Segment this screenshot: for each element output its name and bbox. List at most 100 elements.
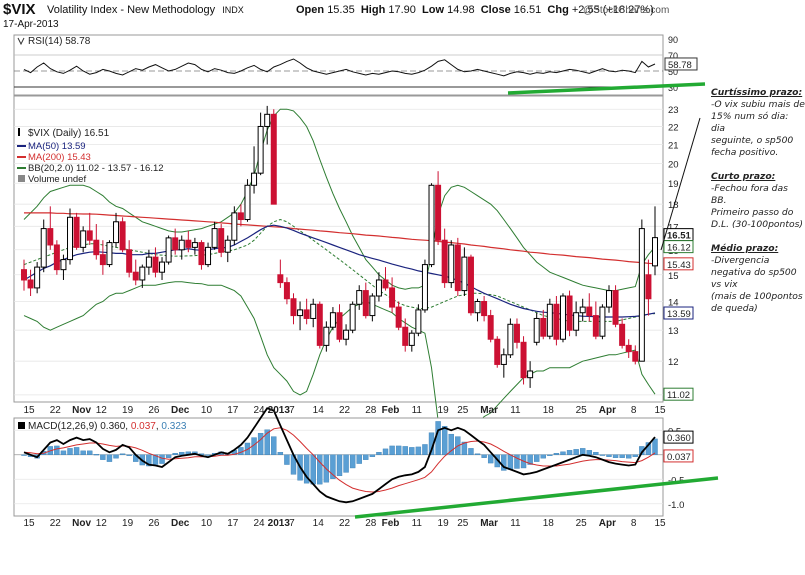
- candle-body: [73, 216, 80, 248]
- rsi-legend: RSI(14) 58.78: [28, 36, 91, 47]
- x-tick-label-bottom: Nov: [72, 518, 91, 529]
- macd-histogram-bar: [93, 454, 100, 456]
- candle-body: [126, 249, 133, 273]
- candle-body: [592, 315, 599, 337]
- rsi-value-badge-text: 58.78: [668, 60, 692, 71]
- price-badge-text: 13.59: [667, 309, 691, 320]
- macd-histogram-bar: [271, 436, 277, 455]
- macd-histogram-bar: [632, 454, 638, 457]
- macd-histogram-bar: [106, 454, 113, 462]
- candle-body: [40, 228, 47, 268]
- macd-histogram-bar: [409, 447, 415, 455]
- candle-body: [520, 341, 527, 379]
- candle-body: [474, 300, 481, 314]
- macd-histogram-bar: [165, 454, 172, 458]
- macd-histogram-bar: [126, 454, 132, 456]
- macd-histogram-bar: [356, 454, 362, 464]
- price-tick-label: 15: [668, 271, 679, 282]
- macd-histogram-bar: [612, 454, 619, 458]
- macd-histogram-bar: [402, 446, 408, 455]
- macd-histogram-bar: [376, 452, 382, 455]
- macd-signal-badge-text: 0.037: [667, 452, 691, 463]
- candle-body: [599, 306, 606, 337]
- macd-legend: MACD(12,26,9) 0.360, 0.037, 0.323: [28, 421, 187, 432]
- candle-body: [481, 300, 488, 317]
- x-tick-label-top: Feb: [382, 405, 400, 416]
- macd-histogram-bar: [73, 447, 80, 455]
- x-tick-label-top: 11: [412, 405, 423, 416]
- candle-body: [218, 228, 225, 253]
- macd-histogram-bar: [560, 451, 566, 455]
- candle-body: [336, 312, 343, 340]
- candle-body: [487, 315, 494, 340]
- candle-body: [27, 279, 34, 289]
- x-tick-label-top: 28: [365, 405, 377, 416]
- candle-body: [191, 242, 198, 248]
- candle-body: [113, 221, 120, 244]
- macd-histogram-bar: [87, 450, 93, 455]
- candle-body: [500, 354, 507, 365]
- candle-body: [467, 256, 474, 314]
- x-tick-label-top: 15: [654, 405, 666, 416]
- note-medio-line-1: negativa do sp500: [711, 267, 797, 278]
- x-tick-label-top: 19: [438, 405, 450, 416]
- candle-body: [573, 312, 580, 331]
- x-tick-label-bottom: 25: [576, 518, 588, 529]
- candle-body: [632, 351, 639, 362]
- x-tick-label-top: 22: [339, 405, 351, 416]
- macd-histogram-bar: [54, 445, 60, 455]
- candle-body: [507, 323, 514, 356]
- price-badge-text: 15.43: [667, 260, 691, 271]
- x-tick-label-top: 26: [148, 405, 160, 416]
- macd-histogram-bar: [257, 432, 264, 455]
- x-tick-label-top: Nov: [72, 405, 91, 416]
- x-tick-label-top: 12: [96, 405, 108, 416]
- note-curto-line-2: D.L. (30-100pontos): [711, 219, 803, 230]
- candle-body: [21, 269, 27, 281]
- candle-body: [270, 113, 277, 205]
- macd-histogram-bar: [507, 454, 514, 470]
- candle-body: [99, 254, 106, 266]
- macd-legend-icon: [18, 422, 25, 429]
- candle-body: [152, 256, 159, 273]
- macd-histogram-bar: [317, 454, 323, 485]
- x-tick-label-bottom: 17: [227, 518, 239, 529]
- candle-body: [178, 239, 185, 251]
- candle-body: [310, 303, 317, 319]
- candle-body: [316, 303, 323, 346]
- candle-body: [546, 303, 553, 337]
- candle-body: [533, 317, 540, 343]
- candle-body: [264, 113, 271, 127]
- x-tick-label-top: Dec: [171, 405, 190, 416]
- candle-body: [283, 282, 290, 300]
- candle-body: [579, 306, 586, 314]
- macd-histogram-bar: [343, 454, 349, 473]
- x-tick-label-bottom: Dec: [171, 518, 190, 529]
- macd-histogram-bar: [566, 450, 573, 455]
- macd-histogram-bar: [652, 438, 658, 455]
- x-tick-label-top: 22: [50, 405, 62, 416]
- x-tick-label-top: 10: [201, 405, 213, 416]
- volume-legend-swatch: [18, 175, 25, 182]
- candle-body: [343, 329, 350, 340]
- macd-histogram-bar: [593, 452, 599, 455]
- x-tick-label-top: 14: [313, 405, 325, 416]
- candle-body: [454, 244, 461, 292]
- price-tick-label: 20: [668, 159, 679, 170]
- macd-histogram-bar: [80, 450, 86, 455]
- x-tick-label-bottom: 28: [365, 518, 377, 529]
- x-tick-label-bottom: 19: [122, 518, 134, 529]
- notes-panel: Curtíssimo prazo: -O vix subiu mais de 1…: [711, 87, 805, 315]
- macd-histogram-bar: [579, 448, 586, 455]
- candle-body: [652, 237, 658, 267]
- candle-body: [395, 306, 402, 328]
- macd-badge-text: 0.360: [667, 433, 691, 444]
- x-tick-label-top: 11: [510, 405, 521, 416]
- macd-tick-label: -1.0: [668, 500, 684, 511]
- candle-body: [231, 212, 238, 241]
- candle-body: [586, 306, 593, 317]
- macd-histogram-bar: [336, 454, 343, 477]
- x-tick-label-top: 25: [576, 405, 588, 416]
- x-tick-label-bottom: 22: [50, 518, 62, 529]
- note-curtissimo-line-1: 15% num só dia: dia: [711, 111, 789, 134]
